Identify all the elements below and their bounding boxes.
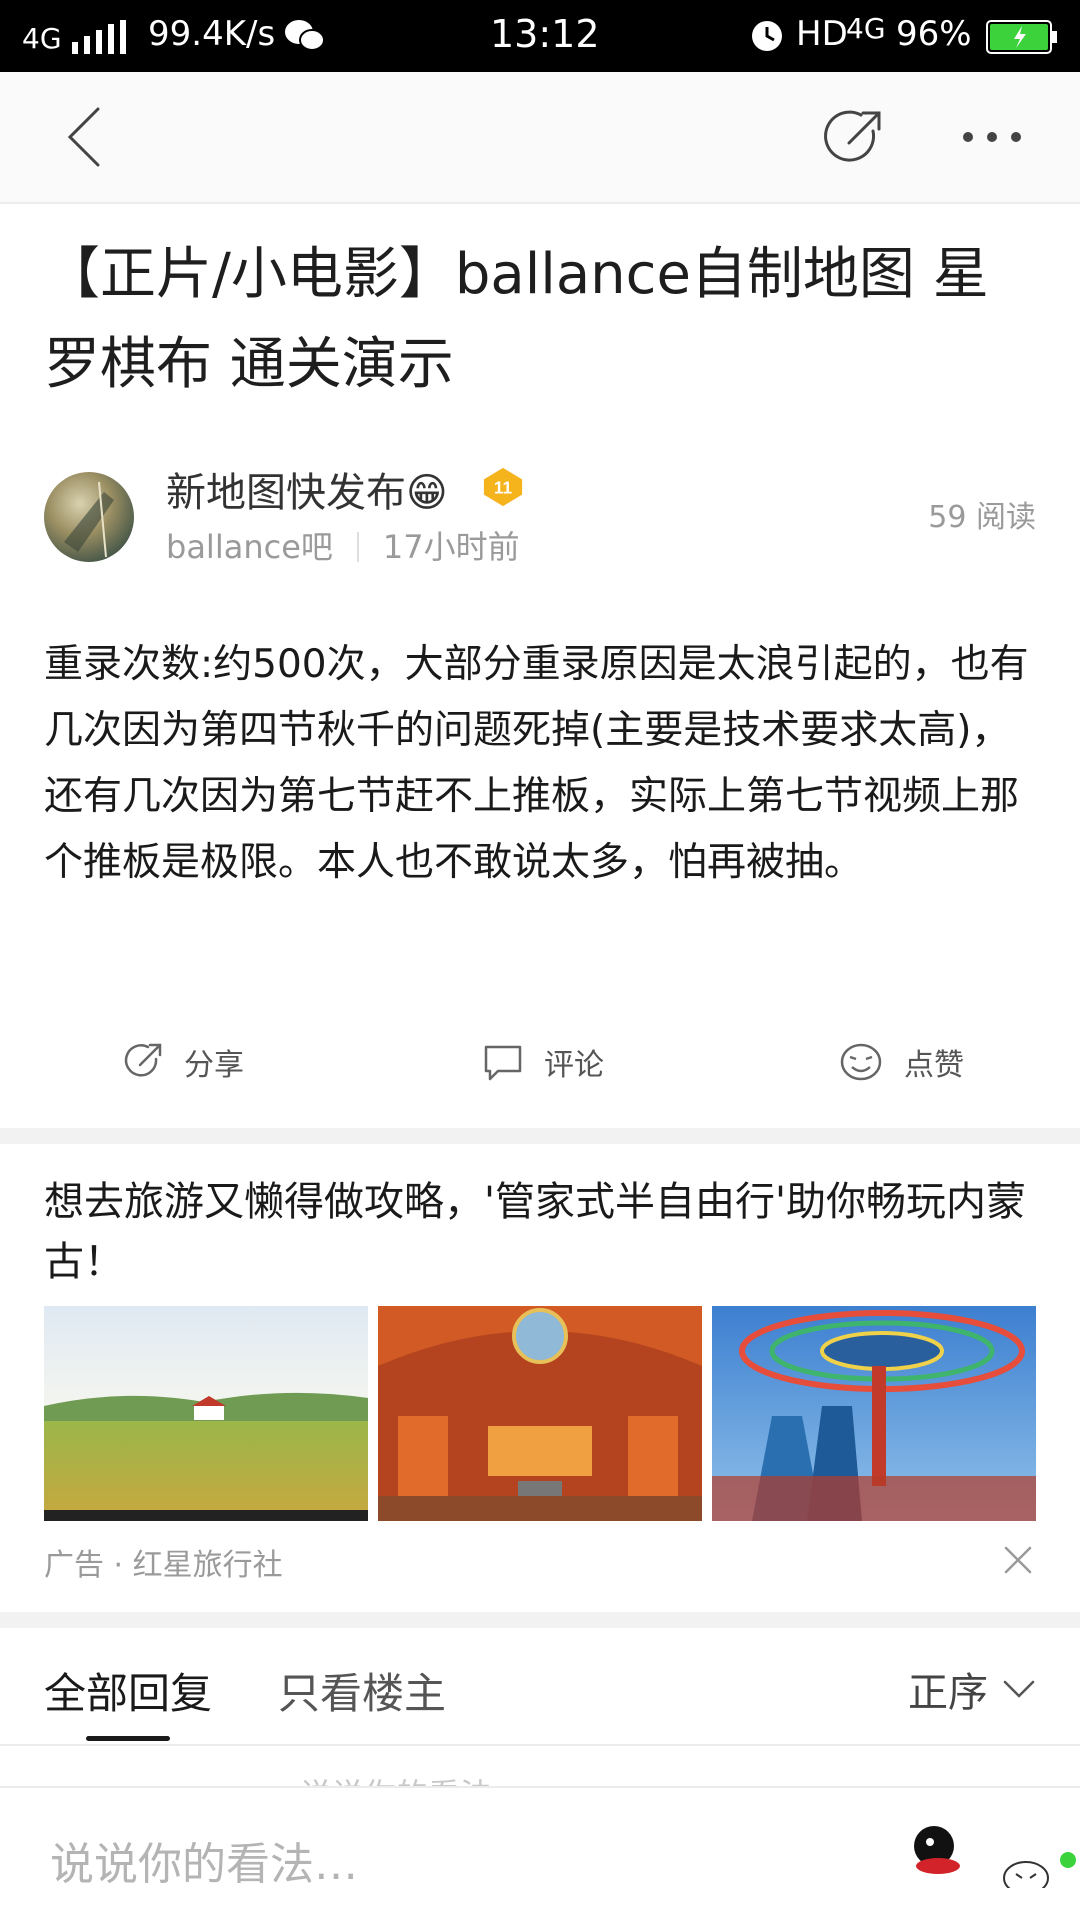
comment-input-bar: 说说你的看法… <box>0 1786 1080 1922</box>
share-button-top[interactable] <box>815 97 895 177</box>
share-label: 分享 <box>184 1048 244 1083</box>
comment-action[interactable]: 评论 <box>482 1040 604 1084</box>
avatar-image <box>64 481 114 558</box>
share-icon <box>824 110 881 162</box>
like-face-icon <box>840 1043 882 1081</box>
comment-label: 评论 <box>544 1048 604 1083</box>
active-tab-indicator <box>86 1736 170 1741</box>
tab-all-replies[interactable]: 全部回复 <box>44 1660 212 1721</box>
ad-source-label: 广告 · 红星旅行社 <box>44 1548 283 1583</box>
sort-dropdown[interactable]: 正序 <box>908 1660 1036 1718</box>
wechat-icon <box>285 20 325 51</box>
author-avatar[interactable] <box>44 472 134 562</box>
tab-only-op[interactable]: 只看楼主 <box>278 1660 446 1721</box>
forum-name[interactable]: ballance吧 <box>166 528 333 566</box>
post-time: 17小时前 <box>382 528 520 566</box>
clock: 13:12 <box>490 12 600 56</box>
reply-tabs: 全部回复 只看楼主 正序 <box>0 1628 1080 1746</box>
festival-image <box>712 1306 1036 1521</box>
post-meta: ballance吧 17小时前 <box>166 522 520 568</box>
read-count: 59 阅读 <box>928 500 1036 535</box>
sticker-panda-icon[interactable] <box>902 1808 982 1888</box>
comment-input[interactable]: 说说你的看法… <box>50 1828 358 1892</box>
section-divider-2 <box>0 1612 1080 1628</box>
top-nav-bar <box>0 72 1080 204</box>
like-action[interactable]: 点赞 <box>838 1040 964 1084</box>
section-divider <box>0 1128 1080 1144</box>
signal-icon <box>72 20 126 54</box>
sort-label: 正序 <box>908 1670 988 1716</box>
level-badge-icon: 11 <box>483 467 523 507</box>
network-type-2: 4G <box>846 12 886 45</box>
back-button[interactable] <box>44 97 124 177</box>
ad-image-yurt-interior[interactable] <box>378 1306 702 1521</box>
network-type: 4G <box>22 22 62 55</box>
level-number: 11 <box>494 478 513 498</box>
share-icon <box>124 1043 162 1077</box>
post-actions: 分享 评论 点赞 <box>0 1020 1080 1110</box>
ad-close-icon[interactable] <box>1000 1542 1036 1578</box>
more-dots-icon <box>963 132 1021 142</box>
chevron-down-icon <box>1003 1680 1035 1698</box>
battery-percent: 96% <box>896 14 972 54</box>
share-action[interactable]: 分享 <box>122 1040 244 1084</box>
post-body: 重录次数:约500次，大部分重录原因是太浪引起的，也有几次因为第四节秋千的问题死… <box>44 642 1029 885</box>
battery-icon <box>986 20 1057 54</box>
status-bar: 4G 99.4K/s 13:12 HD 4G 96% <box>0 0 1080 72</box>
ad-title[interactable]: 想去旅游又懒得做攻略，'管家式半自由行'助你畅玩内蒙古！ <box>44 1172 1036 1292</box>
yurt-interior-image <box>378 1306 702 1521</box>
ad-image-grassland[interactable] <box>44 1306 368 1521</box>
back-arrow-icon <box>67 107 100 167</box>
author-name[interactable]: 新地图快发布😁 <box>166 460 448 518</box>
hd-indicator: HD <box>796 14 848 54</box>
meta-divider <box>356 532 359 562</box>
grassland-image <box>44 1306 368 1521</box>
alarm-icon <box>752 21 782 51</box>
sticker-emoji-icon[interactable] <box>996 1808 1076 1888</box>
ad-image-festival[interactable] <box>712 1306 1036 1521</box>
comment-icon <box>484 1045 522 1081</box>
post-title: 【正片/小电影】ballance自制地图 星罗棋布 通关演示 <box>44 242 989 397</box>
more-menu-button[interactable] <box>952 97 1032 177</box>
network-speed: 99.4K/s <box>148 14 276 54</box>
like-label: 点赞 <box>904 1048 964 1083</box>
